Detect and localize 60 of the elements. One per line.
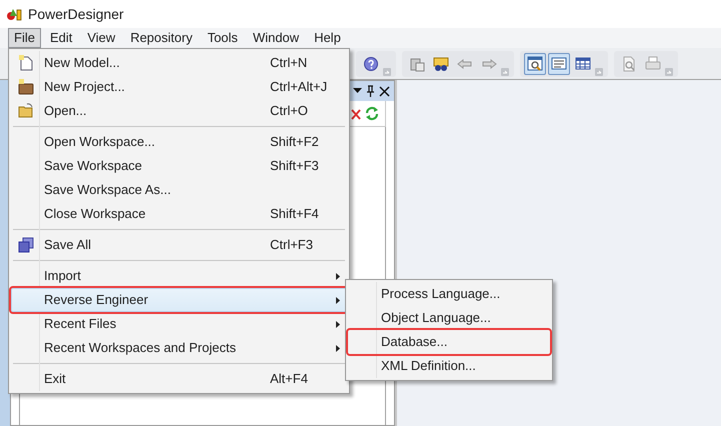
menu-item[interactable]: Open... Ctrl+O: [11, 99, 347, 123]
menu-item[interactable]: Save All Ctrl+F3: [11, 233, 347, 257]
menu-item[interactable]: Help: [308, 28, 347, 48]
delete-icon[interactable]: [350, 106, 362, 120]
menu-item[interactable]: File: [8, 28, 41, 48]
menu-item[interactable]: Recent Files: [11, 312, 347, 336]
shortcut-text: Alt+F4: [270, 370, 308, 388]
briefcase-icon: [18, 79, 34, 95]
menu-item[interactable]: Close Workspace Shift+F4: [11, 202, 347, 226]
menu-item[interactable]: Edit: [44, 28, 78, 48]
shortcut-text: Shift+F3: [270, 157, 319, 176]
toolbar-grip-icon[interactable]: [501, 68, 509, 76]
menu-item[interactable]: View: [81, 28, 122, 48]
shortcut-text: Shift+F4: [270, 205, 319, 224]
shortcut-text: Ctrl+N: [270, 54, 308, 72]
submenu-arrow-icon: [336, 345, 340, 352]
menu-item[interactable]: Import: [11, 264, 347, 288]
folder-icon: [18, 103, 34, 119]
print-preview-icon: [621, 56, 637, 72]
table-window-icon: [575, 56, 591, 72]
pin-icon[interactable]: [366, 85, 375, 97]
menu-item[interactable]: New Project... Ctrl+Alt+J: [11, 75, 347, 99]
menu-item[interactable]: Recent Workspaces and Projects: [11, 336, 347, 360]
app-logo-icon: [6, 7, 23, 21]
menu-item[interactable]: Process Language...: [348, 282, 550, 306]
menu-item[interactable]: Window: [246, 28, 306, 48]
menu-item[interactable]: Save Workspace Shift+F3: [11, 154, 347, 178]
zoom-window-icon: [527, 56, 543, 72]
paste-icon: [409, 56, 425, 72]
submenu-arrow-icon: [336, 297, 340, 304]
submenu-arrow-icon: [336, 273, 340, 280]
refresh-icon[interactable]: [365, 106, 379, 121]
menu-item[interactable]: Database...: [348, 330, 550, 354]
shortcut-text: Ctrl+Alt+J: [270, 78, 328, 96]
close-icon[interactable]: [379, 86, 390, 96]
window-title: PowerDesigner: [28, 4, 124, 24]
dropdown-icon[interactable]: [353, 88, 362, 94]
menu-item[interactable]: Tools: [201, 28, 244, 48]
menu-item[interactable]: Object Language...: [348, 306, 550, 330]
menu-item[interactable]: Reverse Engineer: [11, 288, 347, 312]
menu-item[interactable]: Exit Alt+F4: [11, 367, 347, 391]
toolbar-grip-icon[interactable]: [595, 68, 603, 76]
text-window-icon: [551, 56, 567, 72]
toolbar-grip-icon[interactable]: [383, 68, 391, 76]
new-document-icon: [18, 55, 34, 71]
menu-item[interactable]: Repository: [124, 28, 198, 48]
submenu-arrow-icon: [336, 321, 340, 328]
save-all-icon: [18, 237, 34, 253]
toolbar-button[interactable]: [548, 52, 570, 74]
menu-item[interactable]: XML Definition...: [348, 354, 550, 378]
binoculars-icon: [433, 56, 449, 72]
toolbar-button[interactable]: [524, 52, 546, 74]
shortcut-text: Ctrl+F3: [270, 236, 313, 254]
shortcut-text: Shift+F2: [270, 133, 319, 152]
menu-item[interactable]: Open Workspace... Shift+F2: [11, 130, 347, 154]
shortcut-text: Ctrl+O: [270, 102, 308, 120]
help-icon: [363, 56, 379, 72]
printer-icon: [645, 56, 661, 72]
menu-item[interactable]: Save Workspace As...: [11, 178, 347, 202]
toolbar-grip-icon[interactable]: [665, 68, 673, 76]
